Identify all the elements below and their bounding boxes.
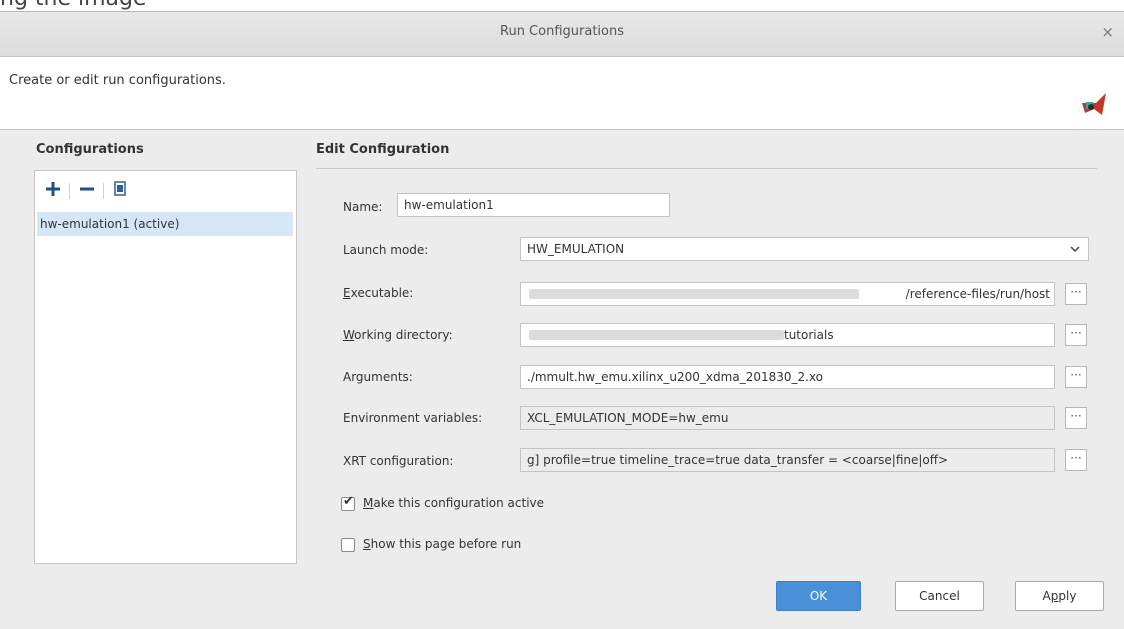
toolbar-separator	[103, 183, 104, 199]
plus-icon[interactable]	[45, 181, 61, 197]
browse-executable-button[interactable]: ···	[1065, 283, 1087, 305]
redacted-region	[529, 330, 784, 340]
make-active-checkbox[interactable]: ✔	[341, 494, 355, 511]
minus-icon[interactable]	[79, 181, 95, 197]
header-description: Create or edit run configurations.	[9, 73, 226, 88]
dialog-header: Create or edit run configurations.	[0, 57, 1124, 130]
launch-mode-value: HW_EMULATION	[527, 242, 625, 256]
working-directory-label: Working directory:	[343, 328, 453, 342]
browse-arguments-button[interactable]: ···	[1065, 366, 1087, 388]
launch-mode-select[interactable]: HW_EMULATION	[520, 237, 1089, 261]
cancel-button[interactable]: Cancel	[895, 581, 984, 611]
xrt-configuration-label: XRT configuration:	[343, 454, 454, 468]
show-page-label: Show this page before run	[363, 537, 522, 551]
edit-environment-variables-button[interactable]: ···	[1065, 407, 1087, 429]
name-field[interactable]: hw-emulation1	[397, 193, 670, 217]
name-label: Name:	[343, 200, 383, 214]
configurations-toolbar	[35, 171, 296, 211]
make-active-label: Make this configuration active	[363, 496, 545, 510]
configurations-list-panel: hw-emulation1 (active)	[34, 170, 297, 564]
arguments-field[interactable]: ./mmult.hw_emu.xilinx_u200_xdma_201830_2…	[520, 365, 1055, 389]
run-logo-icon	[1082, 93, 1106, 115]
list-item[interactable]: hw-emulation1 (active)	[37, 212, 293, 236]
environment-variables-label: Environment variables:	[343, 411, 483, 425]
show-page-checkbox[interactable]	[341, 538, 355, 552]
executable-label: Executable:	[343, 286, 414, 300]
section-divider	[316, 168, 1097, 169]
environment-variables-field[interactable]: XCL_EMULATION_MODE=hw_emu	[520, 406, 1055, 430]
close-icon[interactable]: ×	[1101, 23, 1114, 41]
duplicate-icon[interactable]	[113, 181, 127, 197]
toolbar-separator	[69, 183, 70, 199]
ok-button[interactable]: OK	[776, 581, 861, 611]
redacted-region	[529, 289, 859, 299]
title-bar: Run Configurations ×	[0, 12, 1124, 57]
browse-working-directory-button[interactable]: ···	[1065, 324, 1087, 346]
apply-button[interactable]: Apply	[1015, 581, 1104, 611]
working-directory-value: tutorials	[784, 328, 834, 342]
background-text: ng the image	[0, 0, 147, 11]
edit-configuration-title: Edit Configuration	[316, 142, 450, 157]
check-icon: ✔	[343, 494, 354, 509]
working-directory-field[interactable]: tutorials	[520, 323, 1055, 347]
arguments-label: Arguments:	[343, 370, 413, 384]
edit-xrt-configuration-button[interactable]: ···	[1065, 449, 1087, 471]
chevron-down-icon	[1070, 246, 1080, 253]
executable-value: /reference-files/run/host	[905, 287, 1050, 301]
xrt-configuration-field[interactable]: g] profile=true timeline_trace=true data…	[520, 448, 1055, 472]
launch-mode-label: Launch mode:	[343, 243, 429, 257]
dialog-title: Run Configurations	[500, 24, 624, 39]
configurations-title: Configurations	[36, 142, 144, 157]
executable-field[interactable]: /reference-files/run/host	[520, 282, 1055, 306]
